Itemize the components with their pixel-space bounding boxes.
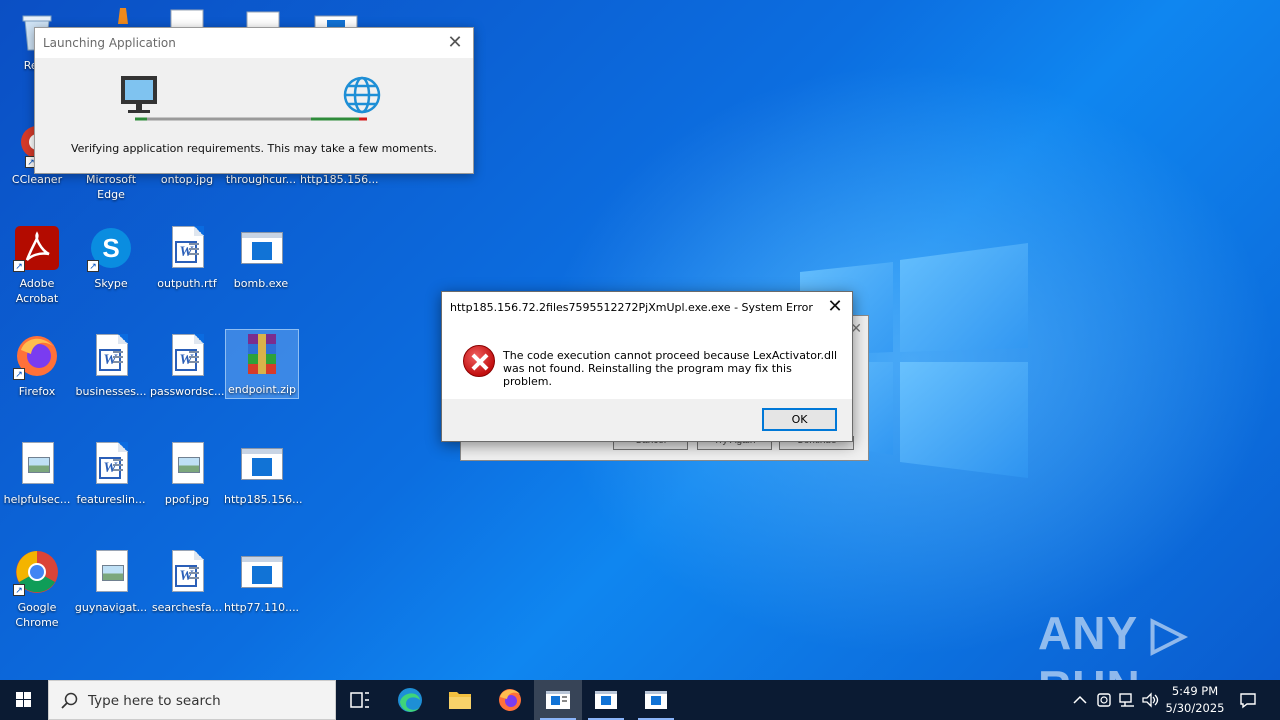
exe-top-icon[interactable] bbox=[300, 4, 374, 31]
shortcut-arrow-icon: ↗ bbox=[87, 260, 99, 272]
windows-start-icon bbox=[16, 692, 31, 707]
desktop-icon-label: bomb.exe bbox=[233, 277, 289, 290]
taskbar-edge[interactable] bbox=[386, 680, 434, 720]
notifications-icon[interactable] bbox=[1238, 690, 1258, 710]
volume-icon[interactable] bbox=[1140, 690, 1160, 710]
bomb-exe-file[interactable]: bomb.exe bbox=[224, 224, 298, 324]
edge-icon bbox=[398, 688, 422, 712]
chevron-up-icon[interactable] bbox=[1070, 690, 1090, 710]
start-button[interactable] bbox=[0, 680, 48, 720]
close-icon[interactable]: ✕ bbox=[825, 296, 845, 316]
dialog-titlebar: http185.156.72.2files7595512272PjXmUpl.e… bbox=[442, 292, 852, 322]
desktop-icon-label: helpfulsec... bbox=[3, 493, 71, 506]
desktop-icon-label: searchesfa... bbox=[151, 601, 223, 614]
image-top-icon[interactable] bbox=[226, 4, 300, 31]
guynavigat-file[interactable]: guynavigat... bbox=[74, 548, 148, 648]
clock-time: 5:49 PM bbox=[1171, 684, 1219, 698]
desktop-icon-label: Microsoft Edge bbox=[85, 173, 137, 201]
firefox-icon bbox=[499, 689, 521, 711]
google-chrome-shortcut[interactable]: ↗ Google Chrome bbox=[0, 548, 74, 648]
system-clock[interactable]: 5:49 PM 5/30/2025 bbox=[1160, 683, 1230, 717]
taskbar-file-explorer[interactable] bbox=[436, 680, 484, 720]
desktop-icon-label: Skype bbox=[94, 277, 128, 290]
shortcut-arrow-icon: ↗ bbox=[13, 368, 25, 380]
desktop-icon-label: outputh.rtf bbox=[157, 277, 217, 290]
app-window-icon bbox=[595, 691, 617, 709]
close-icon[interactable]: ✕ bbox=[445, 32, 465, 52]
shortcut-arrow-icon: ↗ bbox=[13, 584, 25, 596]
winrar-archive-icon bbox=[248, 334, 276, 374]
shortcut-arrow-icon: ↗ bbox=[13, 260, 25, 272]
folder-icon bbox=[449, 692, 471, 709]
computer-icon bbox=[121, 76, 157, 113]
taskbar-search-box[interactable]: Type here to search bbox=[48, 680, 336, 720]
app-top-icon[interactable] bbox=[74, 4, 148, 28]
task-view-button[interactable] bbox=[336, 680, 384, 720]
desktop-icon-label: ppof.jpg bbox=[164, 493, 210, 506]
dialog-titlebar: Launching Application ✕ bbox=[35, 28, 473, 58]
featureslin-doc-file[interactable]: W featureslin... bbox=[74, 440, 148, 540]
app-window-icon bbox=[645, 691, 667, 709]
desktop-icon-label: throughcur... bbox=[225, 173, 297, 186]
error-icon bbox=[463, 345, 495, 377]
http77-exe-file[interactable]: http77.110.... bbox=[224, 548, 300, 648]
desktop-icon-label: http77.110.... bbox=[224, 601, 300, 614]
dialog-title: Launching Application bbox=[43, 36, 176, 50]
dialog-title: http185.156.72.2files7595512272PjXmUpl.e… bbox=[450, 301, 813, 314]
launch-status-message: Verifying application requirements. This… bbox=[70, 142, 438, 155]
desktop-icon-label: Google Chrome bbox=[15, 601, 59, 629]
taskbar-app-2[interactable] bbox=[582, 680, 630, 720]
outputh-rtf-file[interactable]: W outputh.rtf bbox=[150, 224, 224, 324]
desktop-icon-label: featureslin... bbox=[76, 493, 146, 506]
searchesfa-doc-file[interactable]: W searchesfa... bbox=[150, 548, 224, 648]
endpoint-zip-file[interactable]: endpoint.zip bbox=[225, 329, 299, 399]
desktop-icon-label: CCleaner bbox=[11, 173, 63, 186]
task-view-icon bbox=[350, 692, 369, 708]
launch-progress-graphic bbox=[121, 76, 381, 121]
svg-text:S: S bbox=[102, 233, 119, 263]
error-message: The code execution cannot proceed becaus… bbox=[503, 349, 843, 388]
taskbar-firefox[interactable] bbox=[486, 680, 534, 720]
desktop-icon-label: ontop.jpg bbox=[160, 173, 214, 186]
helpfulsec-file[interactable]: helpfulsec... bbox=[0, 440, 74, 540]
firefox-shortcut[interactable]: ↗ Firefox bbox=[0, 332, 74, 432]
ok-button[interactable]: OK bbox=[762, 408, 837, 431]
ppof-jpg-file[interactable]: ppof.jpg bbox=[150, 440, 224, 540]
anyrun-watermark: ANY ▷ RUN bbox=[1038, 607, 1188, 680]
clock-date: 5/30/2025 bbox=[1165, 701, 1225, 715]
desktop-icon-label: Adobe Acrobat bbox=[15, 277, 59, 305]
taskbar-app-3[interactable] bbox=[632, 680, 680, 720]
desktop-icon-label: guynavigat... bbox=[74, 601, 148, 614]
error-message-line: was not found. Reinstalling the program … bbox=[503, 362, 792, 388]
error-message-line: The code execution cannot proceed becaus… bbox=[503, 349, 838, 362]
desktop-icon-label: passwordsc... bbox=[150, 385, 225, 398]
doc-top-icon[interactable] bbox=[150, 4, 224, 31]
search-placeholder: Type here to search bbox=[88, 693, 221, 709]
app-window-icon bbox=[546, 691, 570, 709]
desktop-icon-label: endpoint.zip bbox=[227, 383, 297, 396]
http185-exe-file-2[interactable]: http185.156... bbox=[224, 440, 303, 540]
desktop-icon-label: businesses... bbox=[75, 385, 147, 398]
businesses-doc-file[interactable]: W businesses... bbox=[74, 332, 148, 432]
taskbar: Type here to search 5:49 PM 5/30/2025 bbox=[0, 680, 1280, 720]
system-error-dialog: http185.156.72.2files7595512272PjXmUpl.e… bbox=[441, 291, 853, 442]
search-icon bbox=[61, 692, 78, 709]
desktop-icon-label: Firefox bbox=[18, 385, 56, 398]
desktop: Recy ↗ CCleaner Microsoft Edge ontop.jpg… bbox=[0, 0, 1280, 680]
defender-icon[interactable] bbox=[1094, 690, 1114, 710]
skype-shortcut[interactable]: S ↗ Skype bbox=[74, 224, 148, 324]
network-icon[interactable] bbox=[1117, 690, 1137, 710]
adobe-acrobat-shortcut[interactable]: ↗ Adobe Acrobat bbox=[0, 224, 74, 324]
globe-icon bbox=[343, 76, 381, 114]
taskbar-app-active[interactable] bbox=[534, 680, 582, 720]
launching-application-dialog: Launching Application ✕ Verifying applic… bbox=[34, 27, 474, 174]
desktop-icon-label: http185.156... bbox=[300, 173, 379, 186]
desktop-icon-label: http185.156... bbox=[224, 493, 303, 506]
passwordsc-doc-file[interactable]: W passwordsc... bbox=[150, 332, 225, 432]
dialog-footer: OK bbox=[442, 399, 852, 441]
